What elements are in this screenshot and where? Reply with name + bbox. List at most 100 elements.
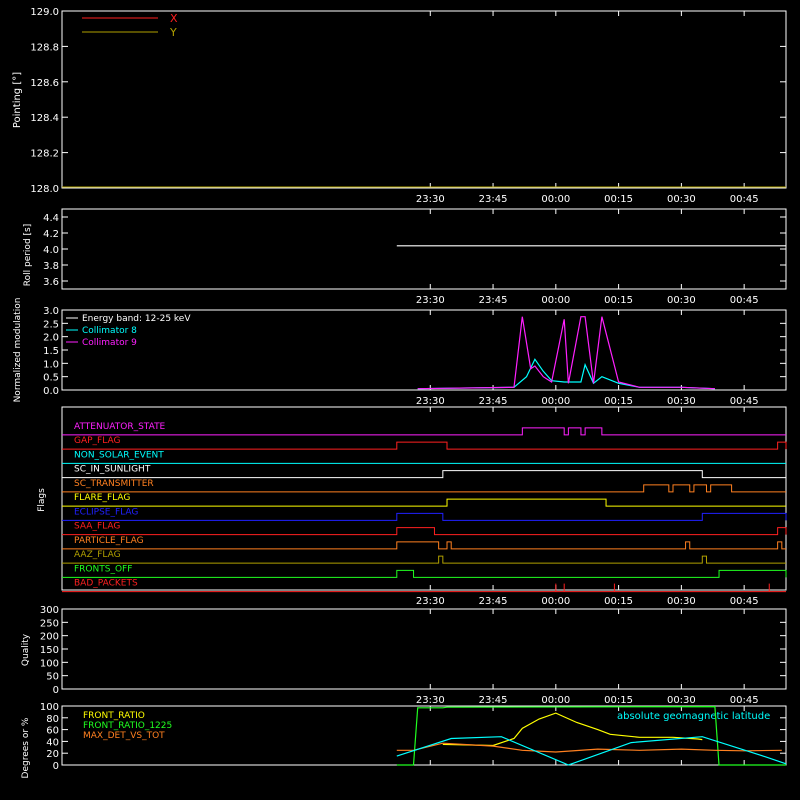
quality-ytick-label: 300 — [40, 605, 59, 616]
modulation-ylabel: Normalized modulation — [13, 298, 23, 403]
flag-label: FLARE_FLAG — [74, 493, 130, 503]
quality-ylabel: Quality — [21, 633, 31, 666]
quality-ytick-label: 250 — [40, 618, 59, 629]
roll-frame — [61, 208, 787, 290]
modulation-ytick-label: 2.5 — [43, 319, 59, 330]
fronts-ytick-label: 60 — [46, 726, 59, 737]
pointing-ytick-label: 129.0 — [30, 7, 59, 18]
flags-xtick-label: 23:45 — [479, 596, 508, 607]
fronts-ytick-label: 80 — [46, 714, 59, 725]
modulation-xtick-label: 00:45 — [730, 396, 759, 407]
flag-trace — [62, 541, 786, 550]
flags-xtick-label: 00:15 — [604, 596, 633, 607]
roll-ytick-label: 3.6 — [43, 277, 59, 288]
roll-xtick-label: 00:00 — [541, 295, 570, 306]
roll-ytick-label: 4.4 — [43, 213, 59, 224]
roll-ytick-label: 3.8 — [43, 261, 59, 272]
flags-xtick-label: 23:30 — [416, 596, 445, 607]
flags-xtick-label: 00:00 — [541, 596, 570, 607]
quality-panel: Quality — [21, 633, 31, 666]
flag-label: SAA_FLAG — [74, 522, 120, 532]
pointing-xtick-label: 23:45 — [479, 194, 508, 205]
modulation-ytick-label: 1.0 — [43, 359, 59, 370]
quality-ytick-label: 150 — [40, 645, 59, 656]
modulation-ytick-label: 1.5 — [43, 346, 59, 357]
roll-xtick-label: 00:15 — [604, 295, 633, 306]
roll-ytick-label: 4.0 — [43, 245, 59, 256]
pointing-ytick-label: 128.4 — [30, 113, 59, 124]
pointing-xtick-label: 00:00 — [541, 194, 570, 205]
pointing-ytick-label: 128.0 — [30, 184, 59, 195]
fronts-ytick-label: 40 — [46, 737, 59, 748]
flag-label: ATTENUATOR_STATE — [74, 422, 166, 432]
modulation-ylabel-line: Normalized modulation — [13, 298, 23, 403]
flag-trace — [62, 527, 787, 536]
modulation-xtick-label: 23:30 — [416, 396, 445, 407]
roll-ylabel: Roll period [s] — [23, 224, 33, 286]
modulation-ytick-label: 3.0 — [43, 306, 59, 317]
flag-trace — [62, 555, 786, 564]
legend-y-label: Y — [169, 26, 177, 39]
flag-trace — [62, 427, 786, 436]
roll-xtick-label: 23:45 — [479, 295, 508, 306]
chart-figure: Pointing [°] X Y Roll period [s] Normali… — [12, 7, 787, 778]
flags-xtick-label: 00:45 — [730, 596, 759, 607]
modulation-panel: Normalized modulation Energy band: 12-25… — [13, 298, 191, 403]
pointing-ytick-label: 128.6 — [30, 78, 59, 89]
roll-ytick-label: 4.2 — [43, 229, 59, 240]
flag-trace — [62, 498, 786, 507]
quality-xtick-label: 23:30 — [416, 695, 445, 706]
flag-trace — [62, 470, 786, 479]
modulation-ytick-label: 0.5 — [43, 373, 59, 384]
pointing-ylabel: Pointing [°] — [12, 72, 23, 128]
quality-xtick-label: 00:30 — [667, 695, 696, 706]
modulation-xtick-label: 23:45 — [479, 396, 508, 407]
flag-label: PARTICLE_FLAG — [74, 536, 144, 546]
flag-trace — [62, 512, 787, 521]
pointing-xtick-label: 23:30 — [416, 194, 445, 205]
flag-trace — [62, 441, 787, 450]
modulation-legend: Energy band: 12-25 keV Collimator 8 Coll… — [66, 314, 191, 348]
geomag-latitude-annotation: absolute geomagnetic latitude — [617, 711, 770, 722]
pointing-legend: X Y — [82, 12, 178, 39]
modulation-xtick-label: 00:15 — [604, 396, 633, 407]
legend-max-det: MAX_DET_VS_TOT — [83, 731, 165, 741]
modulation-series-line — [417, 358, 715, 390]
pointing-xtick-label: 00:30 — [667, 194, 696, 205]
roll-xtick-label: 00:45 — [730, 295, 759, 306]
flags-panel: Flags — [37, 488, 47, 512]
quality-xtick-label: 00:00 — [541, 695, 570, 706]
pointing-panel: Pointing [°] X Y — [12, 12, 178, 128]
modulation-xtick-label: 00:00 — [541, 396, 570, 407]
quality-ytick-label: 50 — [46, 672, 59, 683]
modulation-ytick-label: 0.0 — [43, 386, 59, 397]
flag-label: NON_SOLAR_EVENT — [74, 450, 164, 460]
legend-c8-label: Collimator 8 — [82, 326, 137, 336]
legend-front-ratio: FRONT_RATIO — [83, 711, 145, 721]
flag-label: BAD_PACKETS — [74, 579, 138, 589]
fronts-panel: Degrees or % absolute geomagnetic latitu… — [21, 711, 770, 778]
fronts-ylabel: Degrees or % — [21, 717, 31, 778]
quality-ytick-label: 0 — [53, 685, 59, 696]
modulation-series-line — [417, 316, 715, 390]
fronts-ytick-label: 20 — [46, 749, 59, 760]
legend-energy-label: Energy band: 12-25 keV — [82, 314, 191, 324]
flags-ylabel: Flags — [37, 488, 47, 512]
roll-xtick-label: 00:30 — [667, 295, 696, 306]
quality-frame — [61, 608, 787, 690]
flag-label: ECLIPSE_FLAG — [74, 507, 138, 517]
quality-xtick-label: 00:15 — [604, 695, 633, 706]
flag-label: SC_IN_SUNLIGHT — [74, 465, 151, 475]
pointing-ytick-label: 128.8 — [30, 42, 59, 53]
fronts-legend: FRONT_RATIO FRONT_RATIO_1225 MAX_DET_VS_… — [83, 711, 172, 741]
flag-label: AAZ_FLAG — [74, 550, 121, 560]
pointing-xtick-label: 00:15 — [604, 194, 633, 205]
flag-label: GAP_FLAG — [74, 436, 120, 446]
pointing-xtick-label: 00:45 — [730, 194, 759, 205]
pointing-ytick-label: 128.2 — [30, 149, 59, 160]
flag-trace — [62, 569, 787, 578]
flag-trace — [62, 484, 786, 493]
flags-xtick-label: 00:30 — [667, 596, 696, 607]
modulation-xtick-label: 00:30 — [667, 396, 696, 407]
roll-panel: Roll period [s] — [23, 224, 33, 286]
